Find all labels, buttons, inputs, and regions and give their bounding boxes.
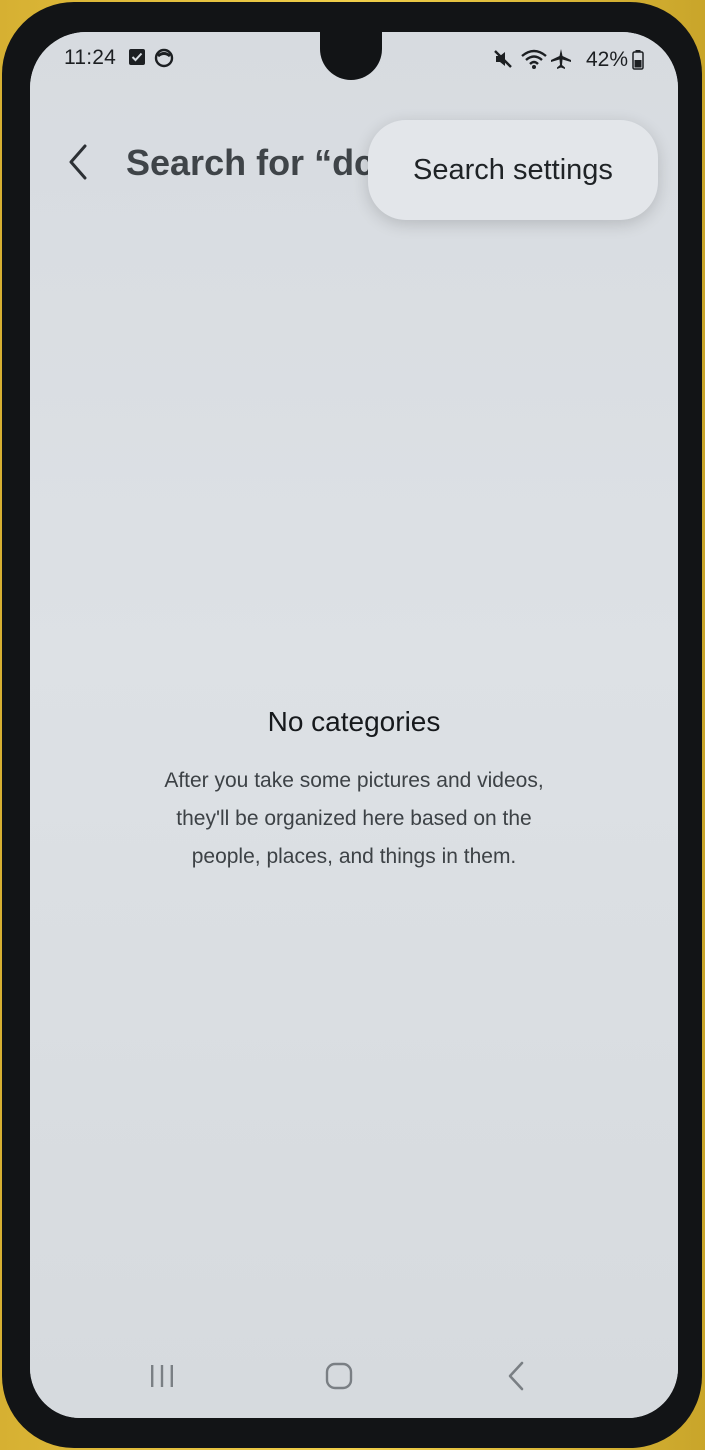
battery-percent: 42% — [585, 48, 628, 71]
phone-screen: 11:24 42% Search for “dc Search settings… — [30, 32, 678, 1418]
empty-state-description: After you take some pictures and videos,… — [164, 769, 544, 868]
airplane-mode-icon — [550, 48, 572, 75]
phone-frame: 11:24 42% Search for “dc Search settings… — [2, 2, 702, 1448]
mute-icon — [492, 48, 514, 75]
back-icon — [508, 1361, 524, 1391]
search-settings-menu-item[interactable]: Search settings — [368, 120, 658, 220]
navigation-bar — [30, 1348, 678, 1404]
battery-icon — [632, 50, 644, 75]
back-arrow-icon — [69, 144, 87, 180]
checkbox-notification-icon — [128, 48, 146, 71]
recent-apps-button[interactable] — [132, 1348, 192, 1404]
home-icon — [325, 1362, 353, 1390]
nav-back-button[interactable] — [486, 1348, 546, 1404]
back-button[interactable] — [58, 140, 98, 184]
status-time: 11:24 — [64, 46, 116, 69]
home-button[interactable] — [309, 1348, 369, 1404]
wifi-icon — [520, 48, 548, 75]
empty-state: No categories After you take some pictur… — [70, 702, 638, 876]
search-settings-label: Search settings — [413, 153, 613, 186]
page-title: Search for “dc — [126, 142, 375, 183]
empty-state-title: No categories — [267, 706, 441, 737]
recent-apps-icon — [151, 1365, 173, 1387]
app-notification-icon — [154, 48, 174, 73]
